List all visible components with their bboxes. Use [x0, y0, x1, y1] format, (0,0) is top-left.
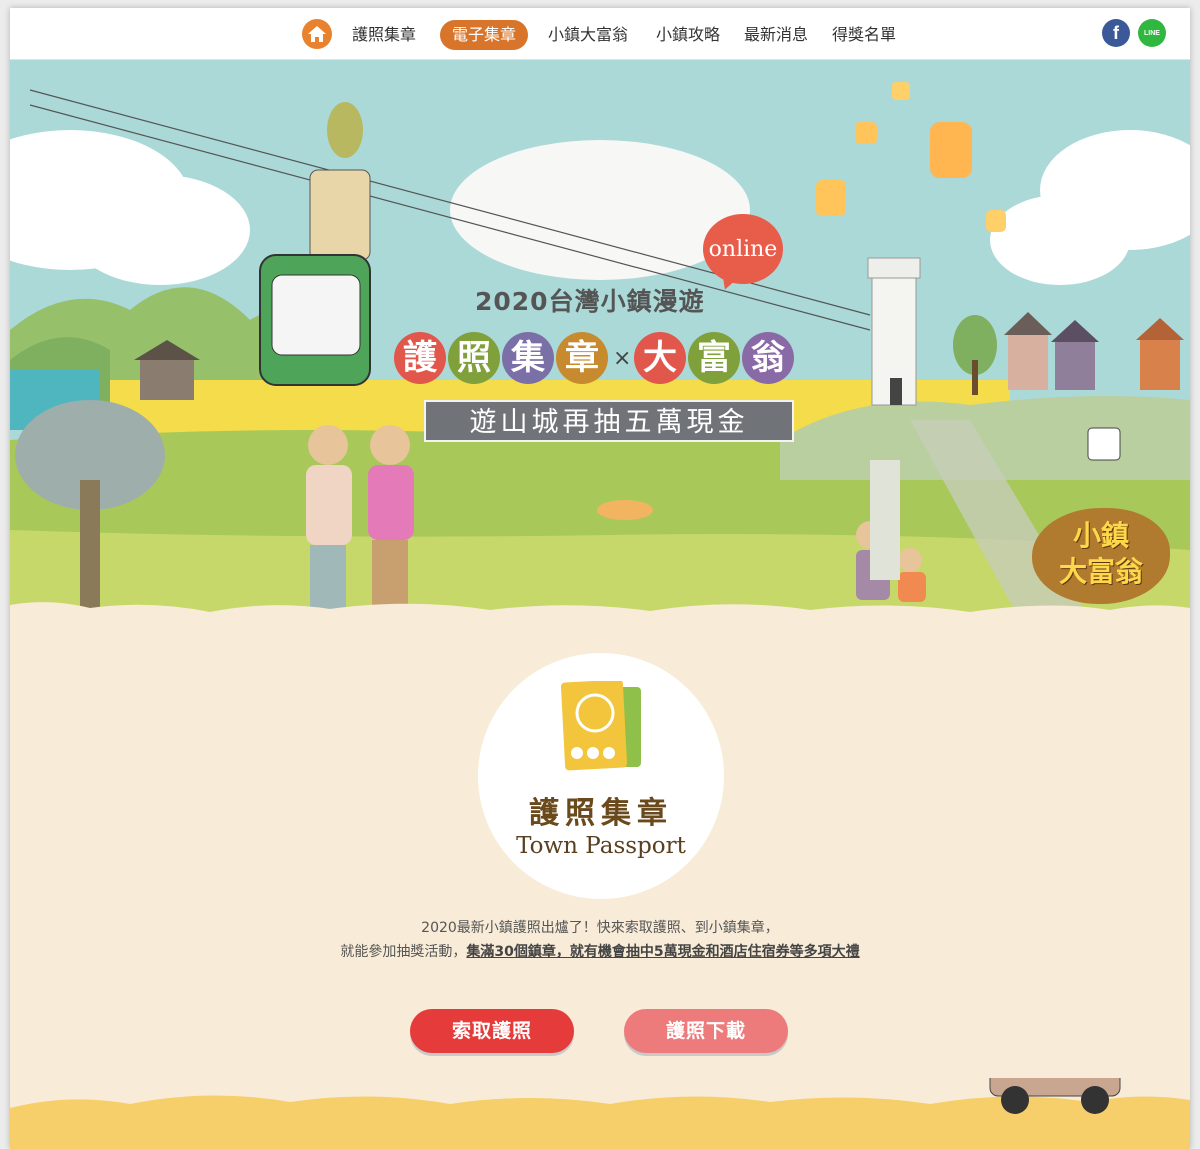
passport-subtitle: Town Passport [516, 833, 686, 859]
title-char: 富 [688, 332, 740, 384]
passport-title: 護照集章 [529, 796, 673, 831]
monopoly-badge-line1: 小鎮 [1072, 519, 1129, 552]
get-passport-button[interactable]: 索取護照 [410, 1009, 574, 1053]
description-line2: 就能參加抽獎活動，集滿30個鎮章，就有機會抽中5萬現金和酒店住宿券等多項大禮 [10, 940, 1190, 964]
title-times-symbol: × [613, 346, 632, 371]
nav-item-passport[interactable]: 護照集章 [352, 20, 416, 50]
title-char: 章 [556, 332, 608, 384]
title-char: 護 [394, 332, 446, 384]
facebook-glyph: f [1113, 22, 1119, 43]
nav-item-monopoly[interactable]: 小鎮大富翁 [548, 20, 628, 50]
online-badge: online [703, 214, 783, 284]
page-frame: 護照集章 電子集章 小鎮大富翁 小鎮攻略 最新消息 得獎名單 f LINE 20… [10, 8, 1190, 1149]
monopoly-badge-button[interactable]: 小鎮 大富翁 [1032, 508, 1170, 604]
hero-banner: 遊山城再抽五萬現金 [424, 400, 794, 442]
line-glyph: LINE [1144, 29, 1160, 37]
top-nav: 護照集章 電子集章 小鎮大富翁 小鎮攻略 最新消息 得獎名單 f LINE [10, 8, 1190, 60]
monopoly-badge-line2: 大富翁 [1058, 555, 1143, 588]
passport-card: 護照集章 Town Passport [478, 653, 724, 899]
title-char: 照 [448, 332, 500, 384]
nav-item-guide[interactable]: 小鎮攻略 [656, 20, 720, 50]
home-icon[interactable] [302, 19, 332, 49]
nav-item-news[interactable]: 最新消息 [744, 20, 808, 50]
description: 2020最新小鎮護照出爐了！快來索取護照、到小鎮集章， 就能參加抽獎活動，集滿3… [10, 916, 1190, 964]
line-icon[interactable]: LINE [1138, 19, 1166, 47]
download-passport-button[interactable]: 護照下載 [624, 1009, 788, 1053]
title-char: 大 [634, 332, 686, 384]
description-highlight: 集滿30個鎮章，就有機會抽中5萬現金和酒店住宿券等多項大禮 [466, 944, 860, 960]
hero-subtitle: 2020台灣小鎮漫遊 [475, 287, 705, 316]
facebook-icon[interactable]: f [1102, 19, 1130, 47]
title-char: 集 [502, 332, 554, 384]
description-line1: 2020最新小鎮護照出爐了！快來索取護照、到小鎮集章， [421, 920, 779, 936]
ground-decoration [10, 1078, 1190, 1149]
nav-item-e-stamp[interactable]: 電子集章 [440, 20, 529, 50]
hero-illustration: 2020台灣小鎮漫遊 online 護 照 集 章 × 大 富 翁 遊山城再抽五… [10, 60, 1190, 620]
title-char: 翁 [742, 332, 794, 384]
nav-item-winners[interactable]: 得獎名單 [832, 20, 896, 50]
passport-icon [560, 681, 641, 771]
description-line2-prefix: 就能參加抽獎活動， [340, 944, 467, 960]
